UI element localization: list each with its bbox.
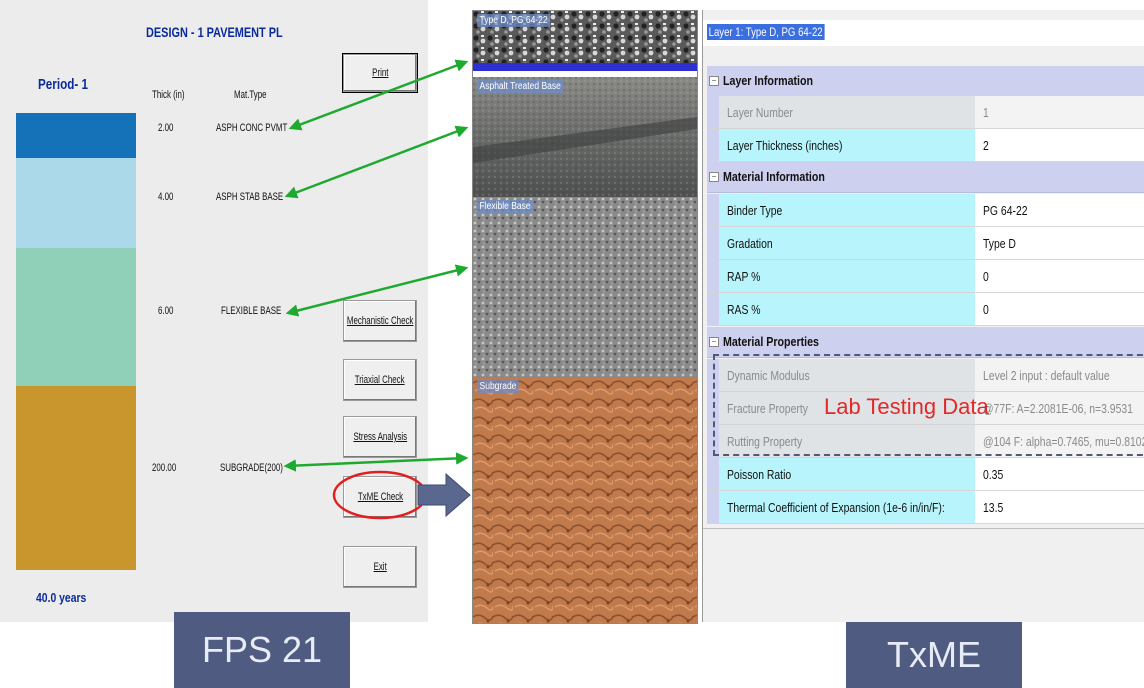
- arrow-layer-3: [285, 264, 469, 317]
- txme-pointer-arrow: [417, 472, 471, 518]
- arrow-layer-4: [283, 452, 469, 472]
- txme-check-highlight-circle: [332, 470, 428, 520]
- annotation-overlay: [283, 59, 471, 520]
- arrow-layer-1: [288, 59, 469, 131]
- txme-caption: TxME: [846, 622, 1022, 688]
- fps21-caption: FPS 21: [174, 612, 350, 688]
- arrow-layer-2: [284, 125, 469, 199]
